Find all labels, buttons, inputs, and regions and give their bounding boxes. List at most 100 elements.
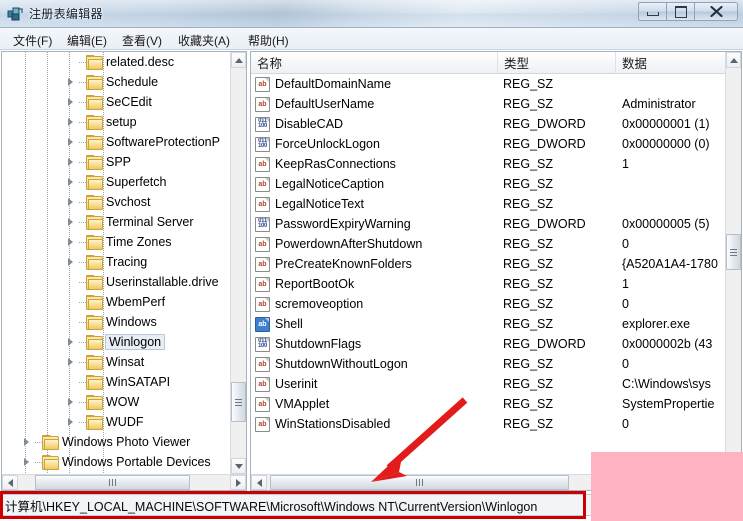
column-header-type[interactable]: 类型 bbox=[498, 52, 616, 73]
tree-horizontal-scrollbar[interactable] bbox=[2, 474, 246, 490]
value-row[interactable]: ab VMApplet REG_SZ SystemPropertie bbox=[251, 394, 725, 414]
value-data-cell: 0x0000002b (43 bbox=[622, 337, 713, 351]
value-row[interactable]: ab PreCreateKnownFolders REG_SZ {A520A1A4-1… bbox=[251, 254, 725, 274]
expand-arrow-icon[interactable] bbox=[65, 152, 79, 172]
tree-item-winlogon[interactable]: Winlogon bbox=[2, 332, 231, 352]
value-row[interactable]: ab WinStationsDisabled REG_SZ 0 bbox=[251, 414, 725, 434]
value-row[interactable]: ab LegalNoticeText REG_SZ bbox=[251, 194, 725, 214]
tree-item-softwareprotectionp[interactable]: SoftwareProtectionP bbox=[2, 132, 231, 152]
tree-item-windows[interactable]: Windows bbox=[2, 312, 231, 332]
expand-arrow-icon[interactable] bbox=[65, 132, 79, 152]
tree-item-wbemperf[interactable]: WbemPerf bbox=[2, 292, 231, 312]
expand-arrow-icon[interactable] bbox=[65, 232, 79, 252]
expand-arrow-icon[interactable] bbox=[65, 112, 79, 132]
tree-item-winsat[interactable]: Winsat bbox=[2, 352, 231, 372]
expand-arrow-icon[interactable] bbox=[65, 72, 79, 92]
tree-item-secedit[interactable]: SeCEdit bbox=[2, 92, 231, 112]
folder-icon bbox=[86, 155, 103, 170]
tree-item-terminal-server[interactable]: Terminal Server bbox=[2, 212, 231, 232]
minimize-button[interactable] bbox=[638, 2, 667, 21]
value-row[interactable]: ab LegalNoticeCaption REG_SZ bbox=[251, 174, 725, 194]
value-name-label: ShutdownFlags bbox=[275, 337, 362, 351]
value-row[interactable]: ab DefaultUserName REG_SZ Administrator bbox=[251, 94, 725, 114]
tree-item-windows-portable-devices[interactable]: Windows Portable Devices bbox=[2, 452, 231, 472]
value-type-cell: REG_SZ bbox=[503, 77, 554, 91]
string-value-icon: ab bbox=[255, 236, 270, 252]
tree-item-windows-photo-viewer[interactable]: Windows Photo Viewer bbox=[2, 432, 231, 452]
value-row[interactable]: 011 100 ShutdownFlags REG_DWORD 0x0000002b (… bbox=[251, 334, 725, 354]
value-row[interactable]: ab ReportBootOk REG_SZ 1 bbox=[251, 274, 725, 294]
tree-vertical-scrollbar[interactable] bbox=[230, 52, 246, 474]
expand-arrow-icon[interactable] bbox=[21, 452, 35, 472]
tree-item-tracing[interactable]: Tracing bbox=[2, 252, 231, 272]
values-list[interactable]: ab DefaultDomainName REG_SZ ab DefaultUserNa… bbox=[251, 74, 725, 474]
close-button[interactable] bbox=[694, 2, 738, 21]
value-row[interactable]: 011 100 PasswordExpiryWarning REG_DWORD 0x00… bbox=[251, 214, 725, 234]
value-row[interactable]: 011 100 ForceUnlockLogon REG_DWORD 0x0000000… bbox=[251, 134, 725, 154]
value-row[interactable]: ab KeepRasConnections REG_SZ 1 bbox=[251, 154, 725, 174]
menu-item-view[interactable]: 查看(V) bbox=[117, 31, 167, 50]
expand-arrow-icon[interactable] bbox=[65, 92, 79, 112]
folder-icon bbox=[86, 315, 103, 330]
values-column-header: 名称 类型 数据 bbox=[251, 52, 725, 74]
tree-item-time-zones[interactable]: Time Zones bbox=[2, 232, 231, 252]
tree-item-userinstallable-drive[interactable]: Userinstallable.drive bbox=[2, 272, 231, 292]
menu-item-edit[interactable]: 编辑(E) bbox=[62, 31, 112, 50]
value-row[interactable]: ab DefaultDomainName REG_SZ bbox=[251, 74, 725, 94]
tree-item-winsatapi[interactable]: WinSATAPI bbox=[2, 372, 231, 392]
expand-arrow-icon[interactable] bbox=[65, 332, 79, 352]
value-row[interactable]: ab scremoveoption REG_SZ 0 bbox=[251, 294, 725, 314]
value-row[interactable]: ab ShutdownWithoutLogon REG_SZ 0 bbox=[251, 354, 725, 374]
tree-item-setup[interactable]: setup bbox=[2, 112, 231, 132]
expand-arrow-icon[interactable] bbox=[65, 392, 79, 412]
expand-arrow-icon[interactable] bbox=[65, 352, 79, 372]
registry-key-tree[interactable]: related.desc Schedule SeCEdit setup Software… bbox=[2, 52, 231, 474]
tree-connector-line bbox=[79, 92, 86, 112]
menu-item-file[interactable]: 文件(F) bbox=[8, 31, 57, 50]
tree-scroll-right-button[interactable] bbox=[230, 475, 246, 490]
menu-item-help[interactable]: 帮助(H) bbox=[243, 31, 294, 50]
value-row[interactable]: ab PowerdownAfterShutdown REG_SZ 0 bbox=[251, 234, 725, 254]
tree-scrollbar-thumb[interactable] bbox=[231, 382, 246, 422]
menu-item-favorites[interactable]: 收藏夹(A) bbox=[173, 31, 235, 50]
tree-hscrollbar-thumb[interactable] bbox=[35, 475, 190, 490]
folder-icon bbox=[86, 375, 103, 390]
tree-item-wow[interactable]: WOW bbox=[2, 392, 231, 412]
tree-item-svchost[interactable]: Svchost bbox=[2, 192, 231, 212]
tree-scroll-left-button[interactable] bbox=[2, 475, 18, 490]
tree-item-schedule[interactable]: Schedule bbox=[2, 72, 231, 92]
expand-arrow-icon[interactable] bbox=[65, 172, 79, 192]
tree-item-label: WinSATAPI bbox=[106, 375, 171, 389]
values-scrollbar-thumb[interactable] bbox=[726, 234, 741, 270]
value-row[interactable]: 011 100 DisableCAD REG_DWORD 0x00000001 (1) bbox=[251, 114, 725, 134]
expand-arrow-icon[interactable] bbox=[21, 432, 35, 452]
value-row[interactable]: ab Userinit REG_SZ C:\Windows\sys bbox=[251, 374, 725, 394]
expand-arrow-icon[interactable] bbox=[65, 212, 79, 232]
value-name-label: ShutdownWithoutLogon bbox=[275, 357, 408, 371]
expand-arrow-icon[interactable] bbox=[65, 192, 79, 212]
values-scroll-left-button[interactable] bbox=[251, 475, 267, 490]
expand-arrow-icon[interactable] bbox=[65, 412, 79, 432]
maximize-button[interactable] bbox=[666, 2, 695, 21]
tree-item-wudf[interactable]: WUDF bbox=[2, 412, 231, 432]
tree-scroll-down-button[interactable] bbox=[231, 458, 246, 474]
value-name-cell: ab LegalNoticeCaption bbox=[255, 174, 500, 194]
tree-connector-line bbox=[35, 432, 42, 452]
values-hscrollbar-thumb[interactable] bbox=[270, 475, 569, 490]
column-header-name[interactable]: 名称 bbox=[251, 52, 498, 73]
value-row[interactable]: ab Shell REG_SZ explorer.exe bbox=[251, 314, 725, 334]
tree-item-superfetch[interactable]: Superfetch bbox=[2, 172, 231, 192]
tree-scroll-up-button[interactable] bbox=[231, 52, 246, 68]
tree-item-spp[interactable]: SPP bbox=[2, 152, 231, 172]
values-scroll-up-button[interactable] bbox=[726, 52, 741, 68]
values-vertical-scrollbar[interactable] bbox=[725, 52, 741, 474]
expand-arrow-icon[interactable] bbox=[65, 252, 79, 272]
column-header-data[interactable]: 数据 bbox=[616, 52, 725, 73]
tree-item-related-desc[interactable]: related.desc bbox=[2, 52, 231, 72]
